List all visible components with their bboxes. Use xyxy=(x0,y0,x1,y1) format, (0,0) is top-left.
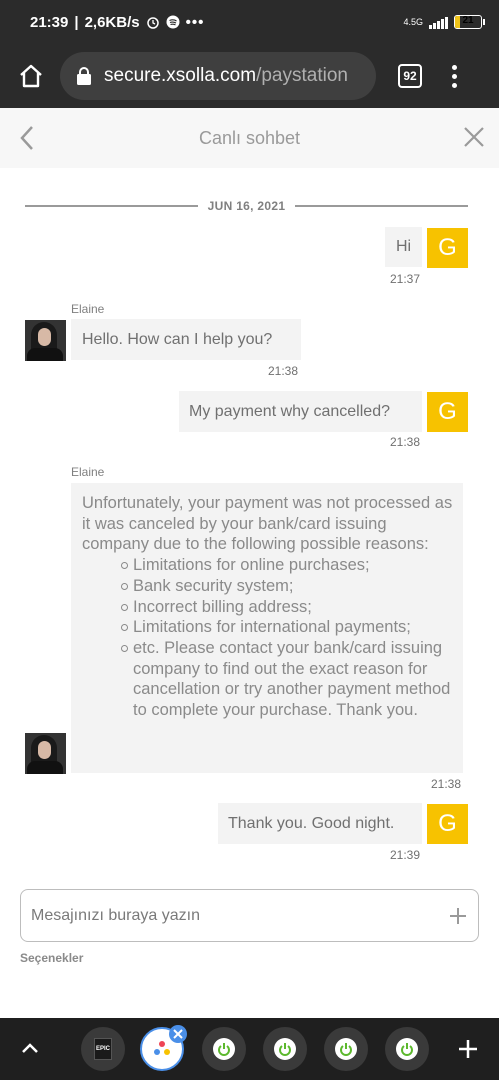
browser-toolbar: secure.xsolla.com/paystation 92 xyxy=(0,44,499,108)
message-time: 21:38 xyxy=(390,435,421,449)
power-icon[interactable] xyxy=(385,1027,429,1071)
message-time: 21:38 xyxy=(431,777,462,791)
message-input[interactable] xyxy=(31,906,448,925)
url-text: secure.xsolla.com/paystation xyxy=(104,65,348,87)
agent-avatar xyxy=(25,320,66,361)
message-intro: Unfortunately, your payment was not proc… xyxy=(82,494,453,554)
agent-message-bubble: Unfortunately, your payment was not proc… xyxy=(71,483,463,773)
url-path: /paystation xyxy=(256,65,348,86)
status-left: 21:39 | 2,6KB/s ••• xyxy=(30,14,204,31)
message-text: My payment why cancelled? xyxy=(189,402,390,420)
message-text: Thank you. Good night. xyxy=(228,814,395,832)
battery-icon: 21 xyxy=(454,15,485,29)
network-type: 4.5G xyxy=(403,17,423,27)
message-input-container xyxy=(20,889,479,942)
game-launcher-bar: EPIC xyxy=(0,1018,499,1080)
separator: | xyxy=(74,13,79,31)
message-time: 21:38 xyxy=(268,364,299,378)
user-avatar: G xyxy=(427,228,468,268)
signal-icon xyxy=(429,15,448,29)
user-avatar: G xyxy=(427,392,468,432)
list-item: etc. Please contact your bank/card issui… xyxy=(121,638,453,721)
list-item: Bank security system; xyxy=(121,576,453,597)
clock-text: 21:39 xyxy=(30,13,69,31)
list-item: Limitations for international payments; xyxy=(121,617,453,638)
home-button[interactable] xyxy=(14,59,48,93)
home-icon xyxy=(20,64,42,88)
epic-games-icon[interactable]: EPIC xyxy=(81,1027,125,1071)
message-time: 21:39 xyxy=(390,848,421,862)
user-message-bubble: Thank you. Good night. xyxy=(218,803,422,844)
user-avatar: G xyxy=(427,804,468,844)
list-item: Limitations for online purchases; xyxy=(121,555,453,576)
date-separator: JUN 16, 2021 xyxy=(25,196,468,216)
lock-icon xyxy=(77,67,91,85)
sender-name: Elaine xyxy=(71,302,105,316)
date-label: JUN 16, 2021 xyxy=(207,199,286,213)
add-attachment-icon[interactable] xyxy=(448,906,468,926)
address-bar[interactable]: secure.xsolla.com/paystation xyxy=(60,52,376,100)
url-domain: secure.xsolla.com xyxy=(104,65,257,86)
sender-name: Elaine xyxy=(71,465,105,479)
options-link[interactable]: Seçenekler xyxy=(20,951,83,965)
status-bar: 21:39 | 2,6KB/s ••• 4.5G 21 xyxy=(0,0,499,44)
battery-percent: 21 xyxy=(462,15,474,26)
chat-header: Canlı sohbet xyxy=(0,108,499,168)
user-message-bubble: My payment why cancelled? xyxy=(179,391,422,432)
power-icon[interactable] xyxy=(202,1027,246,1071)
network-speed: 2,6KB/s xyxy=(84,13,140,31)
expand-icon[interactable] xyxy=(20,1040,40,1056)
power-icon[interactable] xyxy=(324,1027,368,1071)
reasons-list: Limitations for online purchases; Bank s… xyxy=(82,555,453,721)
alarm-icon xyxy=(146,17,159,29)
back-icon[interactable] xyxy=(16,124,40,152)
message-time: 21:37 xyxy=(390,272,421,286)
chat-title: Canlı sohbet xyxy=(198,127,301,148)
power-icon[interactable] xyxy=(263,1027,307,1071)
spotify-icon xyxy=(166,15,180,29)
user-message-bubble: Hi xyxy=(385,227,422,267)
browser-menu-button[interactable] xyxy=(452,64,457,88)
list-item: Incorrect billing address; xyxy=(121,597,453,618)
close-badge-icon[interactable] xyxy=(169,1025,187,1043)
status-right: 4.5G 21 xyxy=(403,15,485,29)
more-notifications-icon: ••• xyxy=(185,13,205,31)
agent-avatar xyxy=(25,733,66,774)
plus-icon[interactable] xyxy=(457,1038,479,1060)
message-text: Hello. How can I help you? xyxy=(82,330,273,348)
close-icon[interactable] xyxy=(463,126,485,148)
tab-switcher-button[interactable]: 92 xyxy=(398,64,422,88)
agent-message-bubble: Hello. How can I help you? xyxy=(71,319,301,360)
message-text: Hi xyxy=(395,238,412,255)
